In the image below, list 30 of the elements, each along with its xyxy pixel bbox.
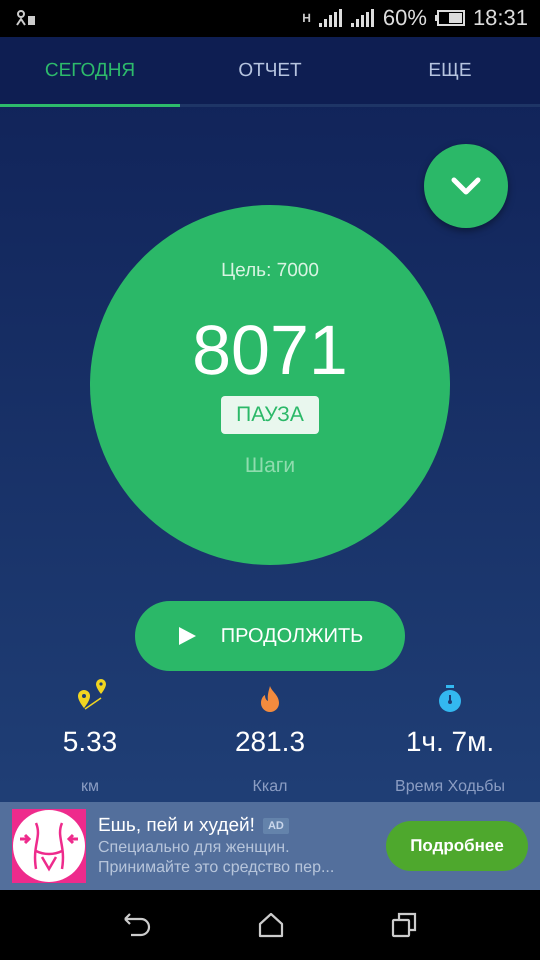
- battery-icon: [434, 10, 465, 26]
- stat-label: Время Ходьбы: [395, 778, 505, 796]
- clock: 18:31: [472, 5, 528, 32]
- continue-button[interactable]: ПРОДОЛЖИТЬ: [135, 601, 405, 672]
- steps-label: Шаги: [244, 454, 296, 478]
- signal-icon: [350, 9, 375, 28]
- tab[interactable]: ЕЩЕ: [360, 36, 540, 108]
- ad-badge: AD: [262, 818, 289, 834]
- stat-value: 1ч. 7м.: [406, 726, 494, 758]
- stat-label: км: [81, 778, 99, 796]
- stat-value: 5.33: [62, 726, 118, 758]
- step-count: 8071: [192, 310, 348, 390]
- ad-banner[interactable]: Ешь, пей и худей! AD Специально для женщин. Принимайте это средство пер... Подробнее: [0, 802, 540, 890]
- home-icon[interactable]: [258, 912, 284, 938]
- back-icon[interactable]: [123, 913, 152, 938]
- stat-value: 281.3: [234, 726, 306, 758]
- stopwatch-icon: [437, 684, 463, 714]
- ad-description: Специально для женщин.: [98, 839, 291, 858]
- goal-text: Цель: 7000: [221, 260, 319, 282]
- stat-label: Ккал: [252, 778, 288, 796]
- ad-description: Принимайте это средство пер...: [98, 859, 336, 878]
- ad-title: Ешь, пей и худей!: [98, 815, 255, 838]
- signal-icon: [318, 9, 343, 28]
- battery-percent: 60%: [382, 5, 427, 32]
- play-icon: [176, 626, 197, 646]
- recent-apps-icon[interactable]: [390, 912, 417, 938]
- more-button[interactable]: Подробнее: [386, 821, 528, 872]
- tab[interactable]: ОТЧЕТ: [180, 36, 360, 108]
- network-type: H: [302, 11, 311, 26]
- notification-icon: [16, 10, 36, 26]
